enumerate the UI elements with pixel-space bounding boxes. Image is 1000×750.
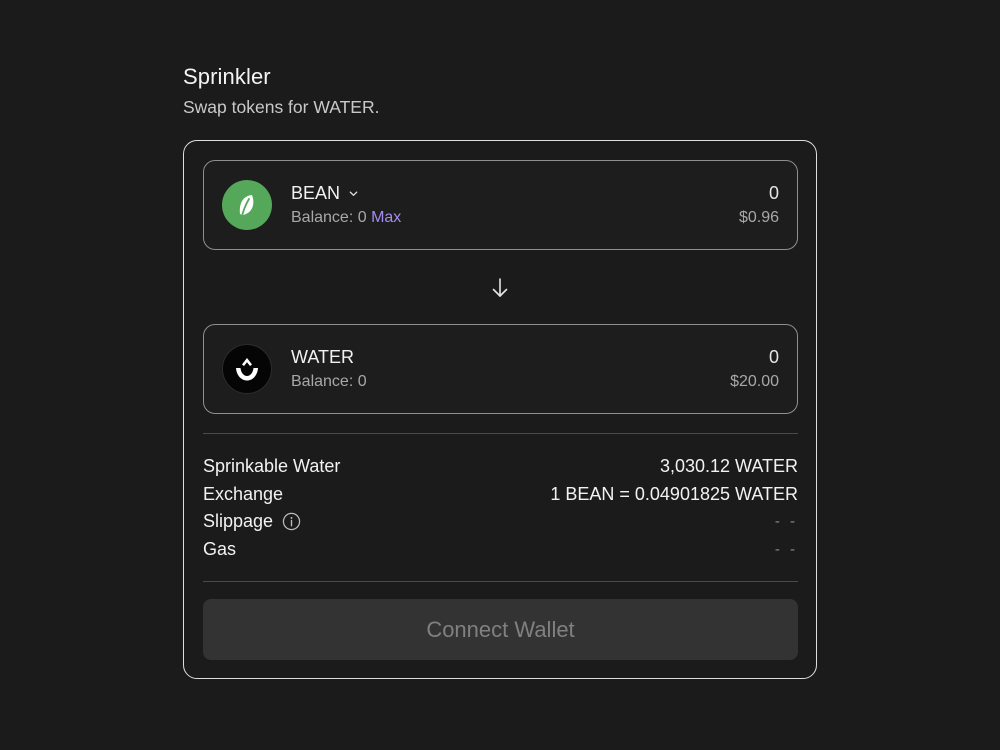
connect-wallet-button[interactable]: Connect Wallet (203, 599, 798, 660)
detail-row-sprinkable-water: Sprinkable Water 3,030.12 WATER (203, 453, 798, 481)
to-token-label: WATER (291, 347, 354, 368)
divider (203, 581, 798, 582)
swap-card: BEAN Balance: 0 Max 0 $0.96 WATER Balanc… (183, 140, 817, 679)
chevron-down-icon (349, 191, 358, 196)
detail-label: Sprinkable Water (203, 456, 341, 477)
to-amount-value: 0 (768, 347, 779, 367)
arrow-down-icon (489, 275, 511, 301)
from-amount-input[interactable]: 0 (769, 183, 779, 204)
divider (203, 433, 798, 434)
detail-row-exchange: Exchange 1 BEAN = 0.04901825 WATER (203, 481, 798, 509)
detail-label: Exchange (203, 483, 284, 504)
detail-value: 1 BEAN = 0.04901825 WATER (550, 483, 798, 504)
from-usd-value: $0.96 (738, 209, 779, 226)
detail-value: 3,030.12 WATER (659, 456, 798, 477)
from-balance-label: Balance: 0 (291, 209, 367, 226)
detail-row-gas: Gas - - (203, 536, 798, 564)
from-token-symbol: BEAN (291, 183, 341, 203)
to-usd-value: $20.00 (730, 373, 779, 390)
from-token-box[interactable]: BEAN Balance: 0 Max 0 $0.96 (203, 160, 798, 250)
page-subtitle: Swap tokens for WATER. (183, 97, 380, 117)
detail-row-slippage: Slippage - - (203, 508, 798, 536)
detail-label-slippage: Slippage (203, 511, 301, 532)
swap-details: Sprinkable Water 3,030.12 WATER Exchange… (203, 453, 798, 563)
detail-label: Gas (203, 538, 237, 559)
page-title: Sprinkler (183, 64, 271, 89)
detail-label-text: Slippage (203, 511, 274, 532)
detail-value: - - (774, 540, 798, 558)
detail-value: - - (774, 513, 798, 531)
to-token-box[interactable]: WATER Balance: 0 0 $20.00 (203, 324, 798, 414)
from-token-selector[interactable]: BEAN (291, 183, 359, 204)
sprinkler-page: Sprinkler Swap tokens for WATER. BEAN Ba… (0, 0, 1000, 750)
water-drop-icon (222, 344, 272, 394)
max-button[interactable]: Max (371, 209, 401, 226)
to-balance: Balance: 0 (291, 373, 367, 391)
bean-leaf-icon (222, 180, 272, 230)
to-token-symbol: WATER (291, 347, 354, 367)
info-icon[interactable] (282, 512, 301, 531)
to-balance-label: Balance: 0 (291, 373, 367, 390)
from-balance: Balance: 0 Max (291, 209, 401, 227)
